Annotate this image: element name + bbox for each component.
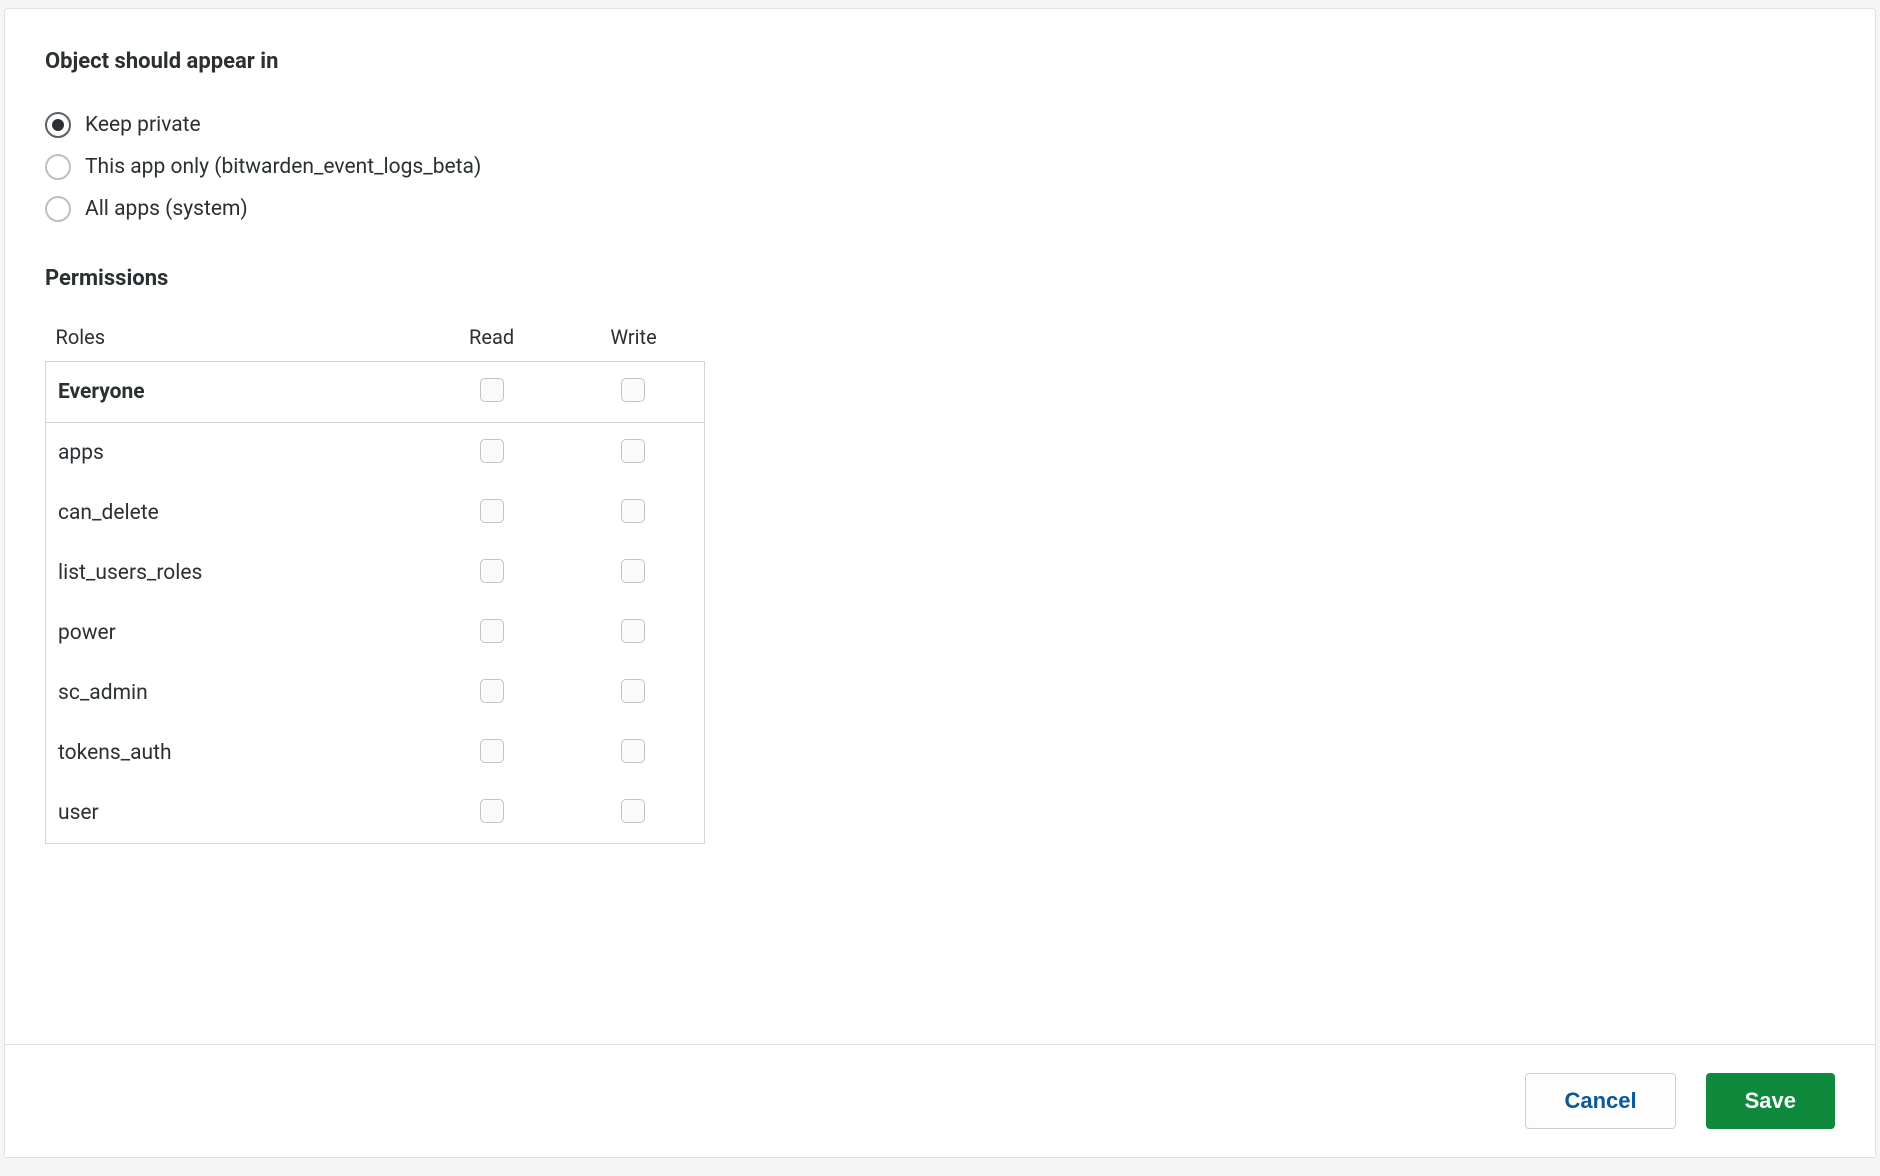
- radio-label: All apps (system): [85, 197, 248, 221]
- permissions-row: sc_admin: [46, 663, 705, 723]
- read-cell: [421, 663, 563, 723]
- write-checkbox[interactable]: [621, 439, 645, 463]
- save-button[interactable]: Save: [1706, 1073, 1835, 1129]
- permissions-table: Roles Read Write Everyoneappscan_deletel…: [45, 325, 705, 844]
- read-cell: [421, 543, 563, 603]
- cancel-button[interactable]: Cancel: [1525, 1073, 1675, 1129]
- read-checkbox[interactable]: [480, 619, 504, 643]
- write-checkbox[interactable]: [621, 739, 645, 763]
- role-name-cell: tokens_auth: [46, 723, 421, 783]
- read-checkbox[interactable]: [480, 559, 504, 583]
- permissions-row: list_users_roles: [46, 543, 705, 603]
- write-cell: [563, 543, 705, 603]
- radio-button-icon[interactable]: [45, 196, 71, 222]
- read-checkbox[interactable]: [480, 378, 504, 402]
- write-cell: [563, 362, 705, 423]
- role-name-cell: sc_admin: [46, 663, 421, 723]
- radio-label: Keep private: [85, 113, 201, 137]
- dialog-footer: Cancel Save: [5, 1044, 1875, 1157]
- role-name-cell: can_delete: [46, 483, 421, 543]
- read-checkbox[interactable]: [480, 679, 504, 703]
- radio-button-icon[interactable]: [45, 112, 71, 138]
- write-checkbox[interactable]: [621, 378, 645, 402]
- radio-option-0[interactable]: Keep private: [45, 112, 1835, 138]
- write-cell: [563, 483, 705, 543]
- permissions-heading: Permissions: [45, 266, 1835, 291]
- write-checkbox[interactable]: [621, 499, 645, 523]
- write-checkbox[interactable]: [621, 679, 645, 703]
- write-cell: [563, 663, 705, 723]
- read-cell: [421, 723, 563, 783]
- permissions-row: power: [46, 603, 705, 663]
- radio-button-icon[interactable]: [45, 154, 71, 180]
- read-checkbox[interactable]: [480, 439, 504, 463]
- col-header-roles: Roles: [46, 325, 421, 362]
- read-cell: [421, 483, 563, 543]
- radio-option-2[interactable]: All apps (system): [45, 196, 1835, 222]
- appear-in-radio-group: Keep private This app only (bitwarden_eve…: [45, 112, 1835, 222]
- read-cell: [421, 423, 563, 484]
- write-cell: [563, 423, 705, 484]
- write-cell: [563, 603, 705, 663]
- col-header-write: Write: [563, 325, 705, 362]
- read-cell: [421, 603, 563, 663]
- col-header-read: Read: [421, 325, 563, 362]
- read-checkbox[interactable]: [480, 739, 504, 763]
- read-checkbox[interactable]: [480, 799, 504, 823]
- permissions-row: tokens_auth: [46, 723, 705, 783]
- permissions-row: can_delete: [46, 483, 705, 543]
- write-checkbox[interactable]: [621, 559, 645, 583]
- permissions-row: Everyone: [46, 362, 705, 423]
- write-checkbox[interactable]: [621, 619, 645, 643]
- read-cell: [421, 362, 563, 423]
- permissions-row: apps: [46, 423, 705, 484]
- role-name-cell: power: [46, 603, 421, 663]
- settings-panel: Object should appear in Keep private This…: [4, 8, 1876, 1158]
- role-name-cell: Everyone: [46, 362, 421, 423]
- read-cell: [421, 783, 563, 844]
- permissions-row: user: [46, 783, 705, 844]
- permissions-header-row: Roles Read Write: [46, 325, 705, 362]
- role-name-cell: apps: [46, 423, 421, 484]
- appear-in-heading: Object should appear in: [45, 49, 1835, 74]
- role-name-cell: user: [46, 783, 421, 844]
- radio-option-1[interactable]: This app only (bitwarden_event_logs_beta…: [45, 154, 1835, 180]
- write-cell: [563, 783, 705, 844]
- radio-label: This app only (bitwarden_event_logs_beta…: [85, 155, 481, 179]
- write-cell: [563, 723, 705, 783]
- write-checkbox[interactable]: [621, 799, 645, 823]
- read-checkbox[interactable]: [480, 499, 504, 523]
- role-name-cell: list_users_roles: [46, 543, 421, 603]
